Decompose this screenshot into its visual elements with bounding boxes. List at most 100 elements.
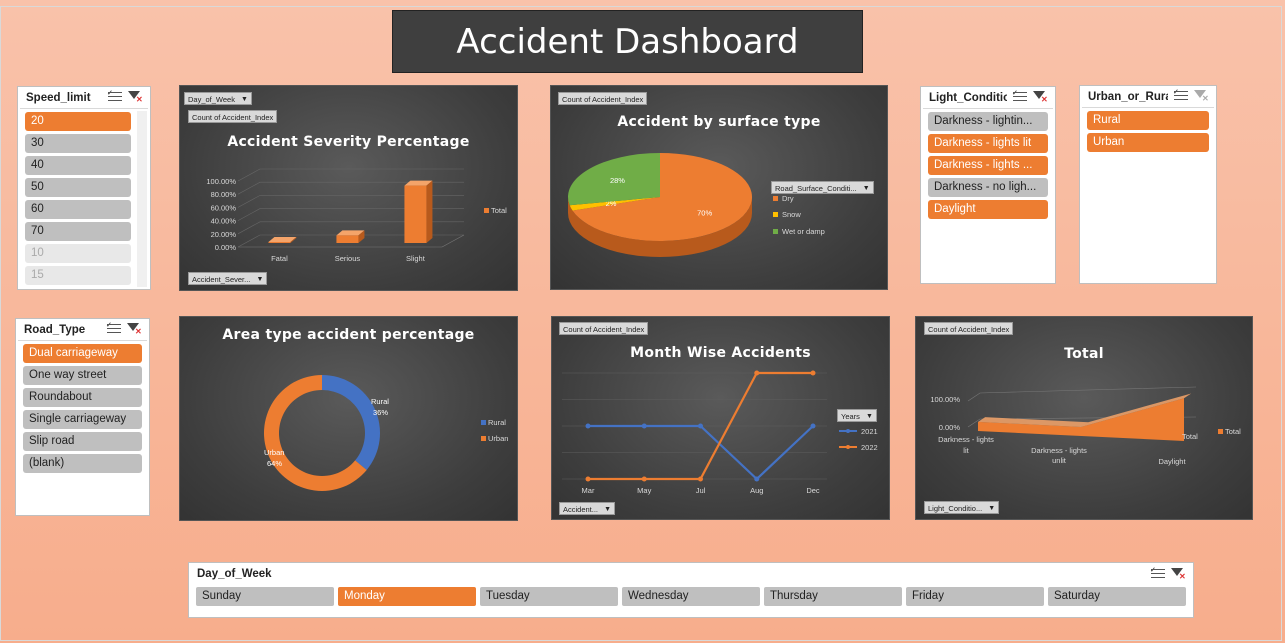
slicer-item[interactable]: Darkness - lights ...: [928, 156, 1048, 175]
series-label: Total: [1182, 432, 1198, 441]
day-item-sunday[interactable]: Sunday: [196, 587, 334, 606]
slicer-title: Road_Type: [24, 323, 86, 336]
legend-label: Total: [491, 206, 507, 215]
data-label: 28%: [610, 176, 625, 185]
slicer-item[interactable]: (blank): [23, 454, 142, 473]
x-tick-label: lit: [963, 446, 969, 455]
multi-select-icon[interactable]: [106, 321, 121, 336]
point-2021: [810, 423, 816, 429]
slicer-item[interactable]: Darkness - lightin...: [928, 112, 1048, 131]
slicer-title: Light_Conditions: [929, 91, 1007, 104]
data-label-urban-pct: 64%: [267, 459, 282, 468]
axis-field-tag[interactable]: Accident_Sever...: [188, 272, 268, 286]
slicer-item[interactable]: 70: [25, 222, 131, 241]
legend-field-tag[interactable]: Road_Surface_Conditi...: [771, 181, 874, 195]
legend-swatch: [481, 420, 486, 425]
slicer-item[interactable]: 60: [25, 200, 131, 219]
urban-rural-slicer[interactable]: Urban_or_Rura... Rural Urban: [1079, 85, 1217, 284]
legend-label: Total: [1225, 427, 1241, 436]
point-2021: [754, 476, 760, 482]
slicer-item[interactable]: Roundabout: [23, 388, 142, 407]
point-2021: [641, 423, 647, 429]
x-tick-label: Slight: [406, 254, 426, 263]
point-2022: [810, 370, 816, 376]
road-type-slicer[interactable]: Road_Type Dual carriageway One way street…: [15, 318, 150, 516]
total-chart[interactable]: Count of Accident_Index Total 100.00% 0.0…: [915, 316, 1253, 520]
slicer-scrollbar[interactable]: [137, 111, 147, 287]
slicer-item[interactable]: 10: [25, 244, 131, 263]
slicer-title: Speed_limit: [26, 91, 91, 104]
slicer-header: Urban_or_Rura...: [1082, 86, 1214, 108]
total-plot: 100.00% 0.00% Darkness - lights lit Darkness…: [930, 386, 1241, 466]
slicer-item[interactable]: Darkness - lights lit: [928, 134, 1048, 153]
legend-swatch: [1218, 429, 1223, 434]
severity-chart[interactable]: Day_of_Week Count of Accident_Index Acci…: [179, 85, 518, 291]
slicer-item[interactable]: Slip road: [23, 432, 142, 451]
multi-select-icon[interactable]: [107, 89, 122, 104]
legend-label: Urban: [488, 434, 508, 443]
day-item-saturday[interactable]: Saturday: [1048, 587, 1186, 606]
point-2022: [585, 476, 591, 482]
slicer-item[interactable]: Urban: [1087, 133, 1209, 152]
point-2022: [641, 476, 647, 482]
x-tick-label: Mar: [582, 486, 595, 495]
y-tick-label: 0.00%: [939, 423, 961, 432]
multi-select-icon[interactable]: [1150, 566, 1165, 581]
slicer-item[interactable]: Darkness - no ligh...: [928, 178, 1048, 197]
bar-serious: [336, 235, 359, 243]
x-tick-label: Fatal: [271, 254, 288, 263]
slicer-item[interactable]: Dual carriageway: [23, 344, 142, 363]
x-tick-label: Aug: [750, 486, 763, 495]
x-tick-label: Serious: [335, 254, 361, 263]
x-tick-label: Jul: [696, 486, 706, 495]
day-item-friday[interactable]: Friday: [906, 587, 1044, 606]
dashboard-title-text: Accident Dashboard: [456, 21, 799, 62]
slicer-item[interactable]: 15: [25, 266, 131, 285]
legend-swatch: [773, 229, 778, 234]
speed-limit-slicer[interactable]: Speed_limit 20 30 40 50 60 70 10 15: [17, 86, 151, 290]
day-item-monday[interactable]: Monday: [338, 587, 476, 606]
slicer-item[interactable]: One way street: [23, 366, 142, 385]
clear-filter-icon[interactable]: [1171, 567, 1186, 581]
multi-select-icon[interactable]: [1012, 89, 1027, 104]
slicer-item[interactable]: 50: [25, 178, 131, 197]
legend-marker: [846, 429, 850, 433]
slicer-header: Road_Type: [18, 319, 147, 341]
y-tick-label: 40.00%: [211, 217, 237, 226]
slicer-item[interactable]: Daylight: [928, 200, 1048, 219]
point-2021: [585, 423, 591, 429]
gridline: [237, 168, 464, 182]
light-conditions-slicer[interactable]: Light_Conditions Darkness - lightin... Da…: [920, 86, 1056, 284]
day-of-week-slicer[interactable]: Day_of_Week SundayMondayTuesdayWednesday…: [188, 562, 1194, 618]
day-item-tuesday[interactable]: Tuesday: [480, 587, 618, 606]
x-tick-label: unlit: [1052, 456, 1067, 465]
data-label-rural: Rural: [371, 397, 389, 406]
axis-field-tag[interactable]: Light_Conditio...: [924, 501, 1000, 515]
dashboard-title: Accident Dashboard: [392, 10, 863, 73]
multi-select-icon[interactable]: [1173, 88, 1188, 103]
month-wise-chart[interactable]: Count of Accident_Index Month Wise Accid…: [551, 316, 890, 520]
slicer-item[interactable]: Rural: [1087, 111, 1209, 130]
slicer-item[interactable]: 30: [25, 134, 131, 153]
clear-filter-icon[interactable]: [127, 323, 142, 336]
clear-filter-icon[interactable]: [1033, 91, 1048, 104]
legend-field-tag[interactable]: Years: [837, 409, 877, 423]
gridline-top: [967, 386, 1197, 402]
slicer-title: Urban_or_Rura...: [1088, 90, 1168, 103]
axis-field-tag[interactable]: Accident...: [559, 502, 616, 516]
legend-swatch: [773, 196, 778, 201]
day-item-wednesday[interactable]: Wednesday: [622, 587, 760, 606]
data-label: 70%: [697, 209, 712, 218]
area-type-chart[interactable]: Area type accident percentage Rural 36% Ur…: [179, 316, 518, 521]
slicer-header: Light_Conditions: [923, 87, 1053, 109]
slicer-item[interactable]: 40: [25, 156, 131, 175]
clear-filter-icon[interactable]: [128, 91, 143, 104]
surface-chart[interactable]: Count of Accident_Index Accident by surf…: [550, 85, 888, 290]
legend-label: 2022: [861, 443, 878, 452]
slicer-item[interactable]: Single carriageway: [23, 410, 142, 429]
y-tick-label: 100.00%: [930, 395, 960, 404]
slicer-item[interactable]: 20: [25, 112, 131, 131]
day-item-thursday[interactable]: Thursday: [764, 587, 902, 606]
clear-filter-icon[interactable]: [1194, 90, 1209, 103]
donut-slice-rural: [322, 375, 380, 470]
